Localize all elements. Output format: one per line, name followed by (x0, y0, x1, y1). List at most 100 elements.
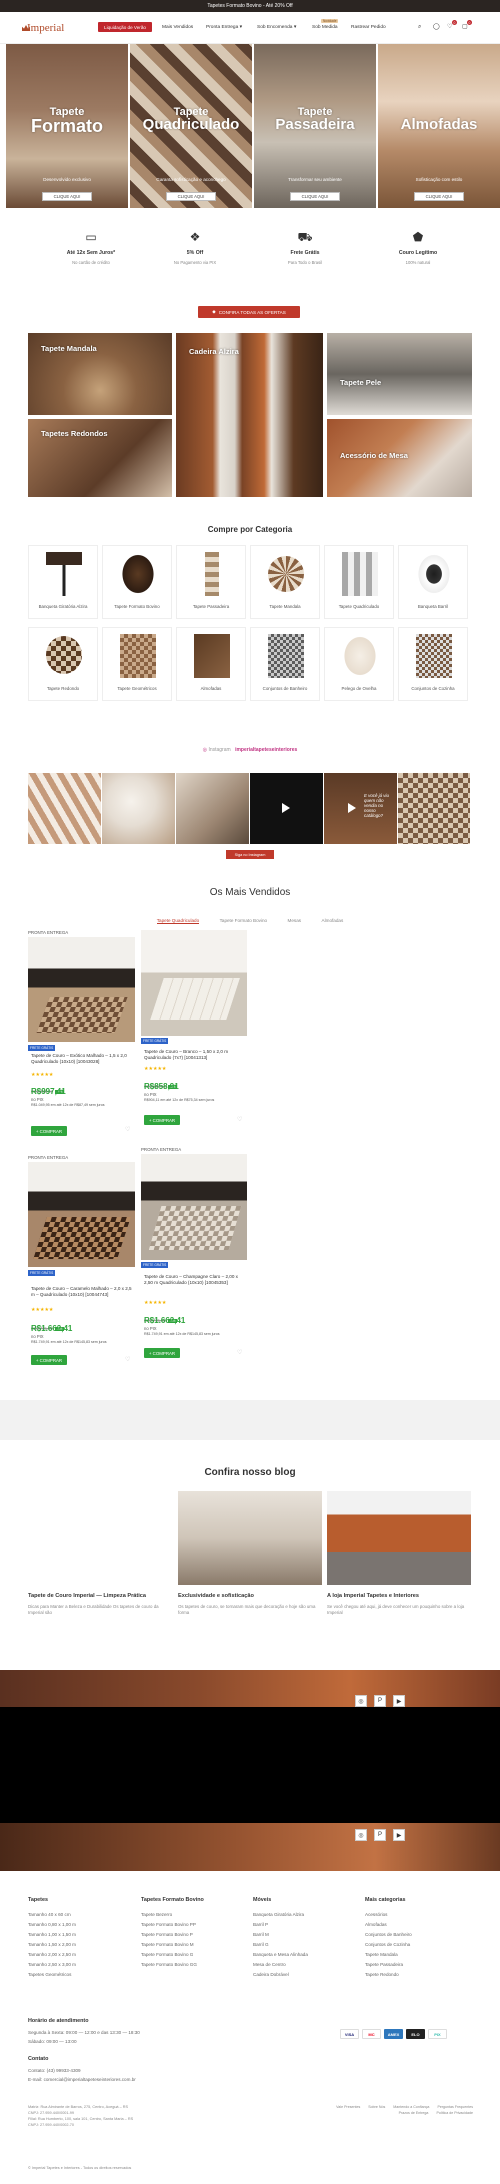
buy-button[interactable]: + COMPRAR (144, 1348, 180, 1358)
hero-button[interactable]: CLIQUE AQUI (414, 192, 464, 201)
footer-link[interactable]: Tapete Formato Bovino GG (141, 1960, 197, 1970)
footer-link[interactable]: Tamanho 2,00 x 2,50 m (28, 1950, 76, 1960)
category-almofadas[interactable]: Almofadas (176, 627, 246, 701)
footer-link[interactable]: Conjuntos de Banheiro (365, 1930, 412, 1940)
instagram-icon[interactable]: ◎ (355, 1829, 367, 1841)
legal-link[interactable]: Vale Presentes (336, 2104, 360, 2110)
category-redondo[interactable]: Tapete Redondo (28, 627, 98, 701)
footer-link[interactable]: Conjuntos de Cozinha (365, 1940, 412, 1950)
tab-almofadas[interactable]: Almofadas (322, 918, 344, 923)
blog-post-title[interactable]: Exclusividade e sofisticação (178, 1593, 322, 1599)
footer-link[interactable]: Tamanho 2,50 x 3,00 m (28, 1960, 76, 1970)
cart-icon[interactable]: ▢ (462, 24, 468, 30)
follow-instagram-button[interactable]: Siga no Instagram (226, 850, 274, 859)
product-name[interactable]: Tapete de Couro – Caramelo Malhado – 2,0… (31, 1286, 133, 1298)
nav-mais-vendidos[interactable]: Mais Vendidos (162, 25, 193, 30)
category-geometricos[interactable]: Tapete Geométricos (102, 627, 172, 701)
hero-button[interactable]: CLIQUE AQUI (166, 192, 216, 201)
contact-phone[interactable]: Contato: (43) 99933-4309 (28, 2067, 81, 2075)
footer-link[interactable]: Tapetes Geométricos (28, 1970, 76, 1980)
footer-link[interactable]: Tamanho 1,50 x 2,00 m (28, 1940, 76, 1950)
legal-link[interactable]: Sobre Nós (368, 2104, 385, 2110)
video-player[interactable] (0, 1707, 500, 1823)
tile-cadeira-alzira[interactable]: Cadeira Alzira (176, 333, 323, 497)
logo[interactable]: Imperial (27, 22, 64, 34)
legal-link[interactable]: Prazos de Entrega (399, 2110, 429, 2116)
tile-tapete-pele[interactable]: Tapete Pele (327, 333, 472, 415)
instagram-post[interactable] (102, 773, 175, 844)
footer-link[interactable]: Tamanho 40 x 60 cm (28, 1910, 76, 1920)
instagram-icon[interactable]: ◎ (355, 1695, 367, 1707)
footer-link[interactable]: Barril P (253, 1920, 308, 1930)
footer-link[interactable]: Tapete Formato Bovino PP (141, 1920, 197, 1930)
hero-button[interactable]: CLIQUE AQUI (290, 192, 340, 201)
tab-quadriculado[interactable]: Tapete Quadriculado (156, 918, 200, 924)
footer-link[interactable]: Tapete Formato Bovino G (141, 1950, 197, 1960)
tile-acessorio-de-mesa[interactable]: Acessório de Mesa (327, 419, 472, 497)
footer-link[interactable]: Almofadas (365, 1920, 412, 1930)
product-name[interactable]: Tapete de Couro – Exótico Malhado – 1,5 … (31, 1053, 133, 1065)
nav-pronta-entrega[interactable]: Pronta Entrega ▾ (206, 25, 242, 30)
footer-link[interactable]: Tapete Mandala (365, 1950, 412, 1960)
product-image[interactable] (141, 1154, 247, 1260)
footer-link[interactable]: Tapete Formato Bovino P (141, 1930, 197, 1940)
nav-rastrear-pedido[interactable]: Rastrear Pedido (351, 25, 386, 30)
hero-almofadas[interactable]: Almofadas Sofisticação com estilo CLIQUE… (378, 44, 500, 208)
hero-tapete-passadeira[interactable]: Tapete Passadeira Transformar seu ambien… (254, 44, 376, 208)
footer-link[interactable]: Acessórios (365, 1910, 412, 1920)
footer-link[interactable]: Barril G (253, 1940, 308, 1950)
category-mandala[interactable]: Tapete Mandala (250, 545, 320, 619)
footer-link[interactable]: Tapete Passadeira (365, 1960, 412, 1970)
category-banheiro[interactable]: Conjuntos de Banheiro (250, 627, 320, 701)
pinterest-icon[interactable]: P (374, 1829, 386, 1841)
footer-link[interactable]: Tapete Redondo (365, 1970, 412, 1980)
nav-sob-encomenda[interactable]: Sob Encomenda ▾ (257, 25, 296, 30)
youtube-icon[interactable]: ▶ (393, 1695, 405, 1707)
announcement-bar[interactable]: Tapetes Formato Bovino - Até 20% Off (0, 0, 500, 12)
footer-link[interactable]: Banqueta e Mesa Alinhada (253, 1950, 308, 1960)
buy-button[interactable]: + COMPRAR (31, 1355, 67, 1365)
instagram-handle[interactable]: imperialtapeteseinteriores (235, 747, 297, 753)
blog-post-title[interactable]: A loja Imperial Tapetes e Interiores (327, 1593, 471, 1599)
footer-link[interactable]: Tamanho 0,80 x 1,00 m (28, 1920, 76, 1930)
category-cozinha[interactable]: Conjuntos de Cozinha (398, 627, 468, 701)
blog-image[interactable] (178, 1491, 322, 1585)
tab-formato-bovino[interactable]: Tapete Formato Bovino (220, 918, 268, 923)
hero-button[interactable]: CLIQUE AQUI (42, 192, 92, 201)
legal-link[interactable]: Política de Privacidade (436, 2110, 473, 2116)
footer-link[interactable]: Tapete Formato Bovino M (141, 1940, 197, 1950)
category-quadriculado[interactable]: Tapete Quadriculado (324, 545, 394, 619)
wishlist-heart-icon[interactable]: ♡ (237, 1349, 242, 1356)
blog-image[interactable] (327, 1491, 471, 1585)
product-image[interactable] (141, 930, 247, 1036)
product-name[interactable]: Tapete de Couro – Branco – 1,50 x 2,0 m … (144, 1049, 244, 1061)
wishlist-heart-icon[interactable]: ♡ (237, 1116, 242, 1123)
pinterest-icon[interactable]: P (374, 1695, 386, 1707)
summer-sale-button[interactable]: Liquidação de Verão (98, 22, 152, 32)
offers-button[interactable]: ◆ CONFIRA TODAS AS OFERTAS (198, 306, 300, 318)
category-pelego-ovelha[interactable]: Pelego de Ovelha (324, 627, 394, 701)
instagram-post[interactable] (176, 773, 249, 844)
category-banqueta-alzira[interactable]: Banqueta Giratória Alzira (28, 545, 98, 619)
instagram-video-post[interactable] (250, 773, 323, 844)
product-name[interactable]: Tapete de Couro – Champagne Claro – 2,00… (144, 1274, 244, 1286)
nav-sob-medida[interactable]: Novidade Sob Medida (312, 19, 339, 30)
tab-mesas[interactable]: Mesas (288, 918, 302, 923)
category-passadeira[interactable]: Tapete Passadeira (176, 545, 246, 619)
instagram-post[interactable] (28, 773, 101, 844)
footer-link[interactable]: Tapete Bezerro (141, 1910, 197, 1920)
footer-link[interactable]: Cadeira Dobrável (253, 1970, 308, 1980)
footer-link[interactable]: Barril M (253, 1930, 308, 1940)
footer-link[interactable]: Tamanho 1,00 x 1,50 m (28, 1930, 76, 1940)
category-banqueta-barril[interactable]: Banqueta Barril (398, 545, 468, 619)
wishlist-heart-icon[interactable]: ♡ (125, 1126, 130, 1133)
youtube-icon[interactable]: ▶ (393, 1829, 405, 1841)
wishlist-icon[interactable]: ♡ (447, 24, 453, 30)
contact-email[interactable]: E-mail: comercial@imperialtapeteseinteri… (28, 2076, 136, 2084)
hero-tapete-formato[interactable]: Tapete Formato Desenvolvido exclusivo CL… (6, 44, 128, 208)
product-image[interactable] (28, 1162, 135, 1267)
footer-link[interactable]: Banqueta Giratória Alzira (253, 1910, 308, 1920)
blog-post-title[interactable]: Tapete de Couro Imperial — Limpeza Práti… (28, 1593, 170, 1599)
footer-link[interactable]: Mesa de Centro (253, 1960, 308, 1970)
instagram-post[interactable] (398, 773, 470, 844)
